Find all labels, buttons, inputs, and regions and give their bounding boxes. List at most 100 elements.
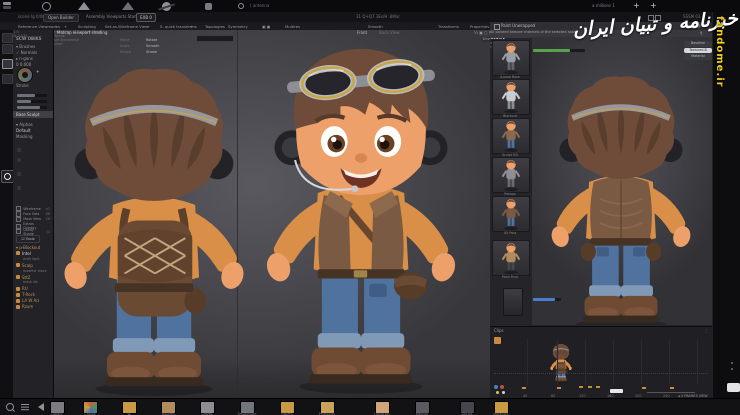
current-frame-box[interactable] (610, 389, 623, 393)
layout-icon-b[interactable] (655, 15, 661, 21)
character-back-reference-render (545, 57, 697, 325)
timeline-red-dot[interactable] (500, 385, 504, 389)
faint-icon-3[interactable] (17, 172, 21, 176)
display-mode-pill[interactable]: Textured B (684, 48, 712, 54)
faint-icon-4[interactable] (17, 186, 21, 190)
tool-pair-value: Rotate (146, 38, 157, 42)
panel-header: SCW OBIKS (16, 37, 42, 42)
keyframe-mark[interactable] (588, 386, 592, 388)
menu-item[interactable]: Sculpting (78, 24, 96, 29)
menu-item[interactable]: Topologies (205, 24, 225, 29)
menu-item[interactable]: Set-as-Wireframe View (105, 24, 148, 29)
outliner-item[interactable]: Intel (16, 251, 31, 256)
timeline-menu-icon[interactable]: ⋮ (704, 329, 708, 334)
outliner-item[interactable]: T-Rock (16, 292, 35, 297)
timeline-range-line[interactable] (647, 392, 695, 393)
app-logo[interactable] (3, 2, 11, 5)
reference-thumbnail[interactable] (492, 157, 530, 193)
faint-icon-1[interactable] (17, 148, 21, 152)
add-view-button[interactable]: + (650, 1, 657, 10)
reference-thumbnail[interactable] (492, 79, 530, 115)
menu-item[interactable]: + (190, 24, 193, 29)
parameter-slider[interactable] (17, 94, 47, 97)
active-document-tab[interactable]: EXB 0 (136, 13, 156, 22)
project-label: Assembly Viewports Stamp (86, 15, 141, 20)
menu-item[interactable]: + (147, 24, 150, 29)
left-icon-rail (0, 30, 14, 398)
add-tab-button[interactable]: + (633, 1, 640, 10)
reference-thumbnail[interactable] (492, 40, 530, 76)
gridline (669, 339, 670, 385)
display-mode-pill[interactable]: Baseline (684, 41, 712, 47)
color-wheel[interactable] (17, 67, 33, 83)
layout-icon-a[interactable] (648, 15, 654, 21)
selected-row[interactable]: Base Sculpt (13, 111, 53, 118)
open-builder-button[interactable]: Open Builder (43, 14, 79, 22)
tool-pair-label[interactable]: Move (120, 38, 129, 42)
character-back-view-render (56, 44, 252, 397)
gridline (613, 339, 614, 385)
timeline-white-dot[interactable] (502, 391, 505, 394)
reference-thumbnail[interactable] (492, 196, 530, 232)
outliner-item[interactable]: RU (16, 286, 28, 291)
outliner-item[interactable]: Scalp (16, 263, 33, 268)
keyframe-mark[interactable] (670, 387, 674, 389)
outliner-item[interactable]: Rzum (16, 304, 33, 309)
pin-tool-icon[interactable] (238, 3, 244, 9)
reference-preview-viewport[interactable] (532, 37, 712, 325)
timeline-character-sprite[interactable] (538, 341, 584, 383)
rigged-thumb[interactable] (503, 288, 523, 316)
rail-layers-icon[interactable] (2, 59, 13, 69)
outliner-item[interactable]: ▾ p-Blockout (16, 245, 40, 250)
menu-item[interactable]: Reference Viewmodes (18, 24, 60, 29)
pyramid-tool-2-icon[interactable] (122, 2, 134, 10)
wheel-plus-button[interactable]: + (36, 70, 39, 75)
gridline (641, 339, 642, 385)
object-icon (16, 251, 20, 255)
keyframe-mark[interactable] (579, 386, 583, 388)
keyframe-mark[interactable] (596, 386, 600, 388)
green-progress-bar (533, 49, 585, 52)
subbar-icon[interactable]: ¶ (700, 32, 703, 37)
parameter-slider[interactable] (17, 100, 47, 103)
reference-thumbnail-label: Paint Final (490, 275, 530, 279)
keyframe-mark[interactable] (642, 387, 646, 389)
keyframe-mark[interactable] (557, 387, 561, 389)
tools-button[interactable]: ☑ Tools (16, 235, 40, 243)
timeline-asset-icon[interactable] (494, 337, 501, 344)
pyramid-tool-icon[interactable] (78, 2, 90, 10)
reference-thumbnail[interactable] (492, 240, 530, 276)
display-mode-pill[interactable]: Material (684, 54, 712, 60)
timeline-yellow-dot[interactable] (496, 391, 499, 394)
ring-tool-icon[interactable] (42, 2, 51, 11)
menu-item[interactable]: Symmetry (228, 24, 248, 29)
menu-item[interactable]: + (64, 24, 67, 29)
rail-camera-icon[interactable] (2, 44, 13, 54)
dynamesh-input[interactable] (196, 35, 234, 42)
check-row[interactable]: Face Sets48 (16, 211, 50, 216)
main-3d-viewport[interactable]: Matcap viewport shading resolution at 2 … (54, 30, 490, 398)
outliner-item[interactable]: modifier stack (16, 269, 47, 273)
outliner-item[interactable]: SttZ (16, 275, 30, 280)
rail-brush-icon[interactable] (2, 74, 13, 84)
keyframe-mark[interactable] (522, 387, 526, 389)
outliner-item[interactable]: draft liprA (16, 257, 39, 261)
edge-white-button[interactable] (727, 383, 740, 392)
rail-cube-icon[interactable] (2, 33, 13, 43)
outliner-item[interactable]: LA W Ad (16, 298, 39, 303)
outliner-item[interactable]: mask list (16, 280, 38, 284)
reference-thumbnail[interactable] (492, 118, 530, 154)
panel-row[interactable]: Masking (16, 135, 33, 140)
bot-tool-icon[interactable] (205, 3, 212, 10)
right-panel-header-icons[interactable]: ▤ ▦ × (692, 24, 705, 29)
timeline-blue-dot[interactable] (494, 385, 498, 389)
object-icon (16, 275, 20, 279)
speaker-icon[interactable] (38, 403, 44, 411)
topbar-right-text: a millions 1 (592, 4, 615, 9)
faint-icon-2[interactable] (17, 158, 21, 162)
left-properties-panel: SCW OBIKS ▾ Brushes✓ Normals▸ n-gons0 0.… (13, 30, 54, 398)
menu-item[interactable]: Properties (470, 24, 489, 29)
list-view-icon[interactable] (21, 404, 29, 405)
parameter-slider[interactable] (17, 106, 47, 109)
subbar-text: All painted texture channels of the sele… (490, 30, 712, 34)
